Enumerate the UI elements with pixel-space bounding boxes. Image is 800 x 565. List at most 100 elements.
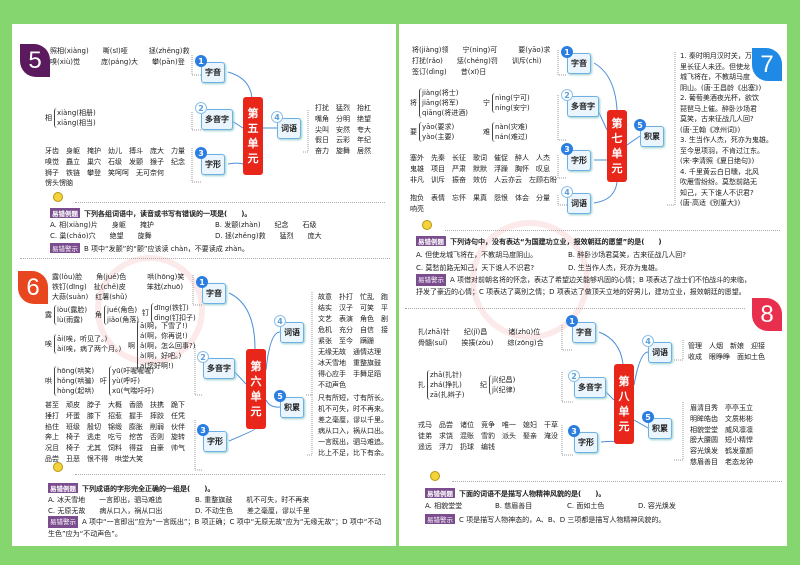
quiz-question: 下列各组词语中，读音或书写有错误的一项是( )。 (84, 210, 252, 218)
polyphone-group: 宁 nìng(宁可) níng(安宁) (483, 93, 530, 113)
word-line: 危机 充分 自信 接 (318, 326, 388, 334)
branch-box-zixing: 3 字形 (568, 425, 598, 453)
quiz-option-b: B. 慈眉善目 (495, 502, 533, 510)
poem-line: 2. 葡萄美酒夜光杯，欲饮 (680, 94, 759, 102)
quiz-option-d: D. 容光焕发 (638, 502, 676, 510)
poem-line: 琵琶马上催。醉卧沙场君 (680, 104, 757, 113)
polyphone-group: 吁 yū(吁喔喔喔) yù(呼吁) xū(气喘吁吁) (100, 366, 154, 396)
word-line: 嗅觉 矗立 巢穴 石级 发颤 猴子 纪念 (45, 157, 185, 166)
poem-line: 阴山。(唐·王昌龄《出塞》) (680, 83, 762, 92)
branch-box-ciyu: 4 词语 (561, 186, 591, 214)
polyphone-reading: xū(气喘吁吁) (112, 387, 155, 395)
branch-box-ciyu: 4 词语 (271, 111, 301, 139)
branch-number: 3 (561, 143, 573, 155)
polyphone-group: 将 jiàng(将士) jiāng(将军) qiāng(将进酒) (410, 88, 468, 118)
branch-number: 4 (642, 335, 654, 347)
branch-number: 3 (568, 425, 580, 437)
polyphone-group: 啊 ā(啊，下雪了!) á(啊，你再说!) ǎ(啊，怎么回事?) à(啊，好吧。) a(您… (128, 321, 195, 371)
idiom-line: 眉清目秀 亭亭玉立 (690, 404, 753, 412)
proverb-line: 病从口入，祸从口出。 (318, 427, 388, 435)
branch-label: 字音 (205, 68, 221, 77)
polyphone-reading: yū(吁喔喔喔) (112, 367, 155, 375)
pronunciation-line: 露(lòu)脸 角(jué)色 哄(hōng)笑 (52, 273, 185, 281)
branch-box-duoyin: 2 多音字 (195, 102, 233, 130)
branch-label: 字音 (576, 328, 592, 337)
branch-number: 5 (642, 411, 654, 423)
polyphone-reading: zā(扎辫子) (430, 391, 465, 399)
word-line: 不动声色 (318, 381, 346, 389)
branch-number: 3 (197, 424, 209, 436)
polyphone-char: 难 (483, 128, 490, 136)
unit-8-badge: 8 (752, 298, 782, 331)
unit-6-proverb-list: 尺有所短，寸有所长。 机不可失，时不再来。 差之毫厘，谬以千里。 病从口入，祸从口出。… (318, 393, 388, 459)
word-line: 故意 扑打 忙乱 跑 (318, 293, 388, 301)
quiz-question: 下面的词语不是描写人物精神风貌的是( )。 (459, 490, 606, 498)
lightbulb-icon (53, 192, 63, 202)
polyphone-char: 将 (410, 99, 417, 107)
word-line: 得心应手 手舞足蹈 (318, 370, 381, 378)
pronunciation-line: 照相(xiàng) 嘶(sī)哑 拯(zhěng)救 (50, 47, 190, 55)
polyphone-reading: yù(呼吁) (112, 377, 141, 385)
quiz-option-a: A. 但使龙城飞将在，不教胡马度阴山。 (416, 251, 538, 259)
quiz-option-d: D. 生当作人杰，死亦为鬼雄。 (568, 264, 662, 272)
unit-8-center-node: 第八单元 (614, 364, 634, 444)
polyphone-group: 相 xiàng(相册) xiāng(相当) (45, 108, 96, 128)
polyphone-readings: ā(啊，下雪了!) á(啊，你再说!) ǎ(啊，怎么回事?) à(啊，好吧。) a(您好… (137, 321, 195, 371)
quiz-option-b: B. 发颤(zhàn) 纪念 石级 (215, 221, 317, 229)
lightbulb-icon (430, 471, 440, 481)
polyphone-reading: yào(主要) (422, 133, 455, 141)
branch-box-duoyin: 2 多音字 (197, 351, 235, 379)
branch-label: 字形 (571, 156, 587, 165)
branch-label: 多音字 (205, 115, 229, 124)
quiz-option-a: A. 相貌堂堂 (425, 502, 463, 510)
polyphone-readings: lòu(露脸) lù(雨露) (54, 305, 87, 325)
word-line: 奋力 旋舞 居然 (315, 147, 371, 156)
polyphone-reading: jué(角色) (107, 306, 138, 314)
quiz-option-b: B. 醉卧沙场君莫笑，古来征战几人回? (568, 251, 686, 259)
polyphone-reading: xiāng(相当) (57, 119, 96, 127)
idiom-line: 容光焕发 鹤发童颜 (690, 447, 753, 456)
polyphone-readings: zhā(扎针) zhá(挣扎) zā(扎辫子) (427, 370, 464, 400)
quiz-option-c: C. 巢(cháo)穴 绝望 旋舞 (50, 232, 152, 240)
unit-7-pronunciation-list: 将(jiàng)领 宁(nìng)可 要(yāo)求 打扰(rǎo) 惩(chén… (412, 45, 550, 78)
polyphone-reading: ài(唉，病了两个月。) (57, 345, 122, 353)
branch-label: 多音字 (571, 102, 595, 111)
polyphone-readings: nìng(宁可) níng(安宁) (492, 93, 530, 113)
word-line: 掐住 班级 殷切 锦缎 膨胀 削弱 伙伴 (45, 422, 185, 431)
branch-box-duoyin: 2 多音字 (561, 89, 599, 117)
unit-8-glyph-list: 戎马 品尝 诸位 竞争 唯一 媳妇 干草 徒弟 求饶 混账 雪豹 派头 娶亲 淹没… (418, 420, 558, 452)
center-char: 七 (611, 132, 623, 145)
quiz-label: 易错例题 (50, 208, 80, 218)
divider (452, 481, 782, 482)
polyphone-reading: jì(纪律) (492, 386, 516, 394)
unit-7-center-node: 第七单元 (607, 110, 627, 182)
pronunciation-line: 打扰(rǎo) 惩(chéng)罚 训斥(chì) (412, 57, 542, 65)
unit-7-poem-list: 1. 秦时明月汉时关，万 里长征人未还。但使龙 城飞将在，不教胡马度 阴山。(唐·王昌… (680, 51, 773, 209)
pronunciation-line: 扎(zhā)针 纪(jǐ)昌 诸(zhū)位 (418, 328, 541, 336)
idiom-line: 相貌堂堂 威风凛凛 (690, 425, 753, 434)
branch-label: 积累 (644, 132, 660, 141)
word-line: 况且 椅子 尤其 饲料 得益 自豪 帅气 (45, 444, 185, 453)
word-line: 甚至 顽皮 脖子 大概 香肠 扶携 跪下 (45, 401, 185, 409)
branch-label: 字形 (205, 160, 221, 169)
branch-number: 1 (561, 46, 573, 58)
polyphone-reading: jiàng(将士) (422, 89, 459, 97)
polyphone-reading: nàn(灾难) (495, 123, 528, 131)
center-char: 八 (618, 390, 630, 403)
center-char: 五 (247, 122, 259, 135)
polyphone-readings: jǐ(纪昌) jì(纪律) (489, 375, 515, 395)
polyphone-reading: zhá(挣扎) (430, 381, 462, 389)
branch-label: 词语 (284, 328, 300, 337)
branch-number: 2 (195, 102, 207, 114)
unit-6-glyph-list: 甚至 顽皮 脖子 大概 香肠 扶携 跪下 捶打 坏蛋 膝下 招惹 握手 摔跤 任凭… (45, 400, 185, 465)
word-line: 假日 云彩 年纪 (315, 136, 371, 145)
center-char: 单 (250, 390, 262, 403)
branch-label: 字音 (206, 289, 222, 298)
idiom-line: 膀大腰圆 短小精悍 (690, 436, 753, 445)
pronunciation-line: 大蒜(suàn) 红薯(shǔ) (52, 293, 128, 301)
quiz-option-c: C. 无原无故 病从口入，祸从口出 (48, 507, 163, 515)
unit-6-center-node: 第六单元 (246, 349, 266, 429)
polyphone-readings: jiàng(将士) jiāng(将军) qiāng(将进酒) (419, 88, 468, 118)
proverb-line: 差之毫厘，谬以千里。 (318, 416, 388, 424)
unit-8-idiom-list: 眉清目秀 亭亭玉立 明眸皓齿 文质彬彬 相貌堂堂 威风凛凛 膀大腰圆 短小精悍 容光焕发… (690, 403, 753, 468)
